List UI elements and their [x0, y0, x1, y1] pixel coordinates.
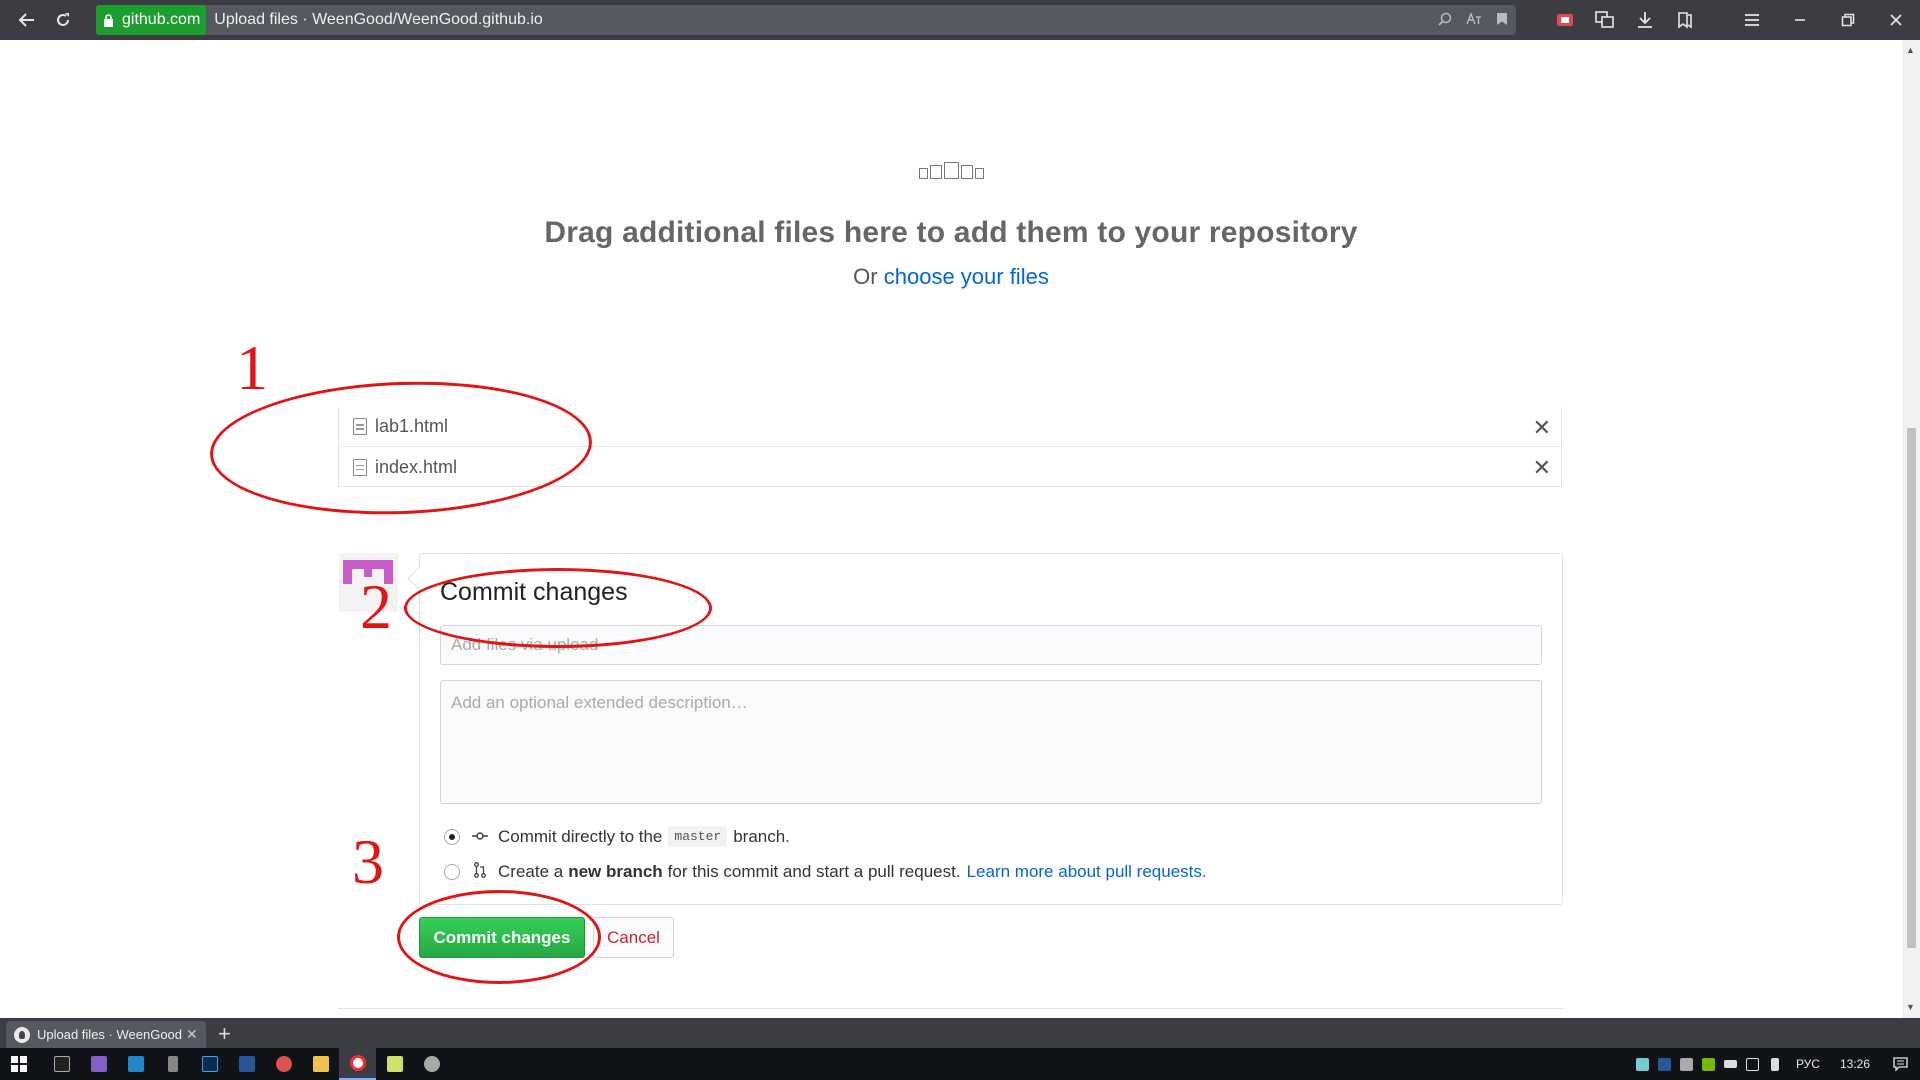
pull-request-icon	[472, 862, 488, 882]
tray-shield-icon[interactable]	[1676, 1057, 1698, 1071]
restore-icon[interactable]	[1824, 0, 1872, 40]
cancel-button[interactable]: Cancel	[593, 917, 674, 958]
bookmark-icon[interactable]	[1496, 12, 1508, 29]
new-branch-prefix: Create a	[498, 862, 564, 881]
choose-files-line: Or choose your files	[0, 264, 1902, 290]
tray-nvidia-icon[interactable]	[1698, 1057, 1720, 1071]
minimize-icon[interactable]	[1776, 0, 1824, 40]
reload-icon[interactable]	[46, 0, 80, 40]
github-icon	[14, 1026, 30, 1043]
download-icon[interactable]	[1625, 0, 1665, 40]
new-branch-radio[interactable]	[444, 864, 460, 880]
close-window-icon[interactable]	[1872, 0, 1920, 40]
tray-app-icon[interactable]	[1632, 1057, 1654, 1071]
remove-file-icon[interactable]: ✕	[1533, 415, 1551, 441]
paint-icon[interactable]	[265, 1048, 302, 1080]
extension-icon[interactable]	[1545, 0, 1585, 40]
new-tab-icon[interactable]: +	[218, 1021, 231, 1047]
photoshop-icon[interactable]	[191, 1048, 228, 1080]
drag-drop-title: Drag additional files here to add them t…	[544, 216, 1358, 249]
battery-icon[interactable]	[1720, 1060, 1742, 1068]
windows-taskbar: РУС 13:26	[0, 1048, 1920, 1080]
system-tray: РУС 13:26	[1632, 1048, 1920, 1080]
tab-title: Upload files · WeenGood/WeenGood.github.…	[37, 1027, 182, 1042]
commit-direct-option[interactable]: Commit directly to the master branch.	[444, 826, 790, 847]
input-language[interactable]: РУС	[1786, 1057, 1830, 1071]
annotation-ellipse-2	[404, 568, 712, 648]
commit-direct-radio[interactable]	[444, 828, 460, 845]
windows-start-icon[interactable]	[0, 1048, 37, 1080]
address-page-title: Upload files · WeenGood/WeenGood.github.…	[214, 11, 543, 28]
git-commit-icon	[472, 828, 488, 845]
page-search-icon[interactable]	[1438, 12, 1452, 29]
browser-tab[interactable]: Upload files · WeenGood/WeenGood.github.…	[6, 1021, 206, 1048]
or-text: Or	[853, 264, 878, 289]
new-branch-option[interactable]: Create a new branch for this commit and …	[444, 862, 1207, 882]
notepad-icon[interactable]	[376, 1048, 413, 1080]
page-scrollbar[interactable]: ▲ ▼	[1902, 40, 1920, 1018]
scroll-up-icon[interactable]: ▲	[1906, 45, 1915, 55]
scroll-thumb[interactable]	[1907, 428, 1916, 948]
annotation-number-3: 3	[352, 826, 384, 897]
yandex-browser-icon[interactable]	[339, 1048, 376, 1080]
file-types-icon	[913, 161, 989, 179]
annotation-ellipse-3	[397, 890, 601, 984]
lock-icon	[96, 5, 120, 35]
file-explorer-icon[interactable]	[302, 1048, 339, 1080]
notifications-icon[interactable]	[1880, 1057, 1920, 1071]
annotation-number-1: 1	[236, 332, 268, 403]
network-icon[interactable]	[1742, 1057, 1764, 1071]
browser-toolbar: github.com Upload files · WeenGood/WeenG…	[0, 0, 1920, 40]
menu-icon[interactable]	[1728, 0, 1776, 40]
new-branch-bold: new branch	[568, 862, 663, 881]
back-arrow-icon[interactable]	[10, 0, 44, 40]
media-player-icon[interactable]	[154, 1048, 191, 1080]
choose-files-link[interactable]: choose your files	[884, 264, 1049, 289]
remove-file-icon[interactable]: ✕	[1533, 455, 1551, 481]
annotation-number-2: 2	[360, 571, 392, 642]
address-bar[interactable]: github.com Upload files · WeenGood/WeenG…	[96, 5, 1516, 35]
address-domain: github.com	[120, 5, 207, 35]
scroll-down-icon[interactable]: ▼	[1906, 1002, 1915, 1012]
new-branch-suffix: for this commit and start a pull request…	[667, 862, 961, 881]
commit-direct-prefix: Commit directly to the	[498, 826, 663, 846]
learn-pull-requests-link[interactable]: Learn more about pull requests.	[967, 862, 1207, 882]
branch-name: master	[668, 826, 728, 847]
app-icon[interactable]	[413, 1048, 450, 1080]
word-icon[interactable]	[228, 1048, 265, 1080]
commit-description-input[interactable]	[440, 680, 1542, 804]
tab-close-icon[interactable]: ✕	[186, 1026, 198, 1043]
visual-studio-icon[interactable]	[80, 1048, 117, 1080]
bookmarks-panel-icon[interactable]	[1665, 0, 1705, 40]
collections-icon[interactable]	[1585, 0, 1625, 40]
clock-time[interactable]: 13:26	[1830, 1057, 1880, 1071]
tray-word-icon[interactable]	[1654, 1057, 1676, 1071]
vscode-icon[interactable]	[117, 1048, 154, 1080]
footer-divider	[338, 1008, 1564, 1009]
commit-direct-suffix: branch.	[733, 826, 790, 846]
translate-icon[interactable]	[1466, 11, 1482, 29]
page-content: Drag additional files here to add them t…	[0, 40, 1902, 1018]
terminal-icon[interactable]	[43, 1048, 80, 1080]
browser-tab-bar: Upload files · WeenGood/WeenGood.github.…	[0, 1018, 1920, 1048]
volume-icon[interactable]	[1764, 1057, 1786, 1071]
